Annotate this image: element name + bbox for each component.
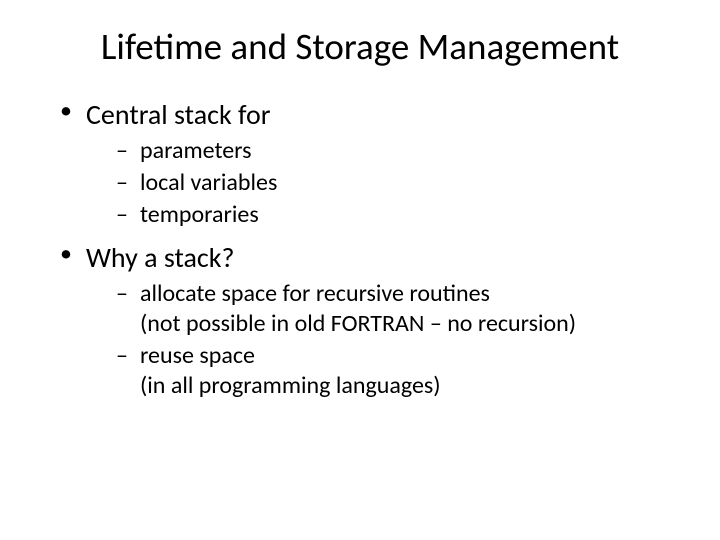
sub-item: temporaries [116,200,690,230]
sub-text: temporaries [140,200,259,229]
slide-title: Lifetime and Storage Management [30,24,690,69]
sub-item: reuse space (in all programming language… [116,341,690,401]
sub-item: allocate space for recursive routines (n… [116,279,690,339]
sub-list: parameters local variables temporaries [116,136,690,230]
sub-note: (in all programming languages) [140,371,690,401]
bullet-text: Central stack for [86,97,271,132]
slide: Lifetime and Storage Management Central … [0,0,720,540]
sub-item: local variables [116,168,690,198]
sub-item: parameters [116,136,690,166]
sub-text: local variables [140,168,277,197]
bullet-item: Central stack for parameters local varia… [60,97,690,230]
sub-text: parameters [140,136,252,165]
sub-list: allocate space for recursive routines (n… [116,279,690,401]
sub-text: allocate space for recursive routines [140,279,490,308]
bullet-item: Why a stack? allocate space for recursiv… [60,240,690,401]
sub-note: (not possible in old FORTRAN – no recurs… [140,309,690,339]
bullet-text: Why a stack? [86,240,234,275]
sub-text: reuse space [140,341,255,370]
bullet-list: Central stack for parameters local varia… [60,97,690,401]
